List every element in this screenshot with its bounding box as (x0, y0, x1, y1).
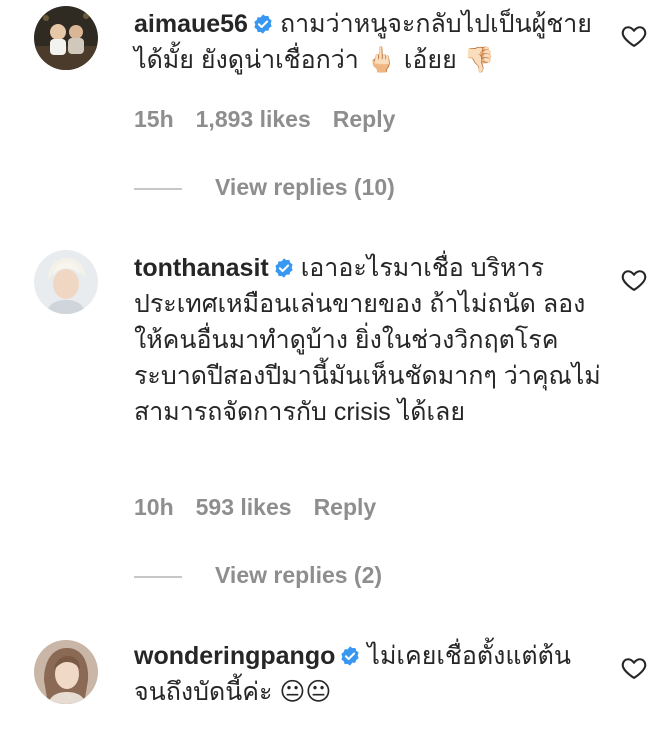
avatar[interactable] (34, 640, 98, 704)
comment-username[interactable]: tonthanasit (134, 254, 269, 282)
view-replies-label[interactable]: View replies (10) (215, 174, 395, 200)
divider (134, 575, 182, 578)
verified-badge-icon (275, 258, 293, 278)
comment-time: 10h (134, 494, 174, 520)
comment-body: wonderingpango ไม่เคยเชื่อตั้งแต่ต้นจนถึง… (134, 638, 604, 710)
comment-username[interactable]: wonderingpango (134, 642, 335, 670)
reply-button[interactable]: Reply (333, 106, 396, 132)
comment-likes[interactable]: 1,893 likes (196, 106, 311, 132)
avatar-photo (34, 640, 98, 704)
view-replies-button[interactable]: View replies (10) (134, 174, 395, 201)
avatar[interactable] (34, 250, 98, 314)
comment-likes[interactable]: 593 likes (196, 494, 292, 520)
comment-body: aimaue56 ถามว่าหนูจะกลับไปเป็นผู้ชายได้มั… (134, 6, 604, 78)
heart-outline-icon[interactable] (620, 654, 648, 682)
comment-time: 15h (134, 106, 174, 132)
comment-body: tonthanasit เอาอะไรมาเชื่อ บริหารประเทศเห… (134, 250, 604, 430)
comment-username[interactable]: aimaue56 (134, 10, 248, 38)
divider (134, 187, 182, 190)
heart-outline-icon[interactable] (620, 266, 648, 294)
avatar[interactable] (34, 6, 98, 70)
avatar-photo (34, 6, 98, 70)
comment-meta: 15h 1,893 likes Reply (134, 106, 417, 133)
reply-button[interactable]: Reply (314, 494, 377, 520)
verified-badge-icon (341, 646, 359, 666)
verified-badge-icon (254, 14, 272, 34)
heart-outline-icon[interactable] (620, 22, 648, 50)
comment-meta: 10h 593 likes Reply (134, 494, 398, 521)
avatar-photo (34, 250, 98, 314)
view-replies-label[interactable]: View replies (2) (215, 562, 382, 588)
view-replies-button[interactable]: View replies (2) (134, 562, 382, 589)
